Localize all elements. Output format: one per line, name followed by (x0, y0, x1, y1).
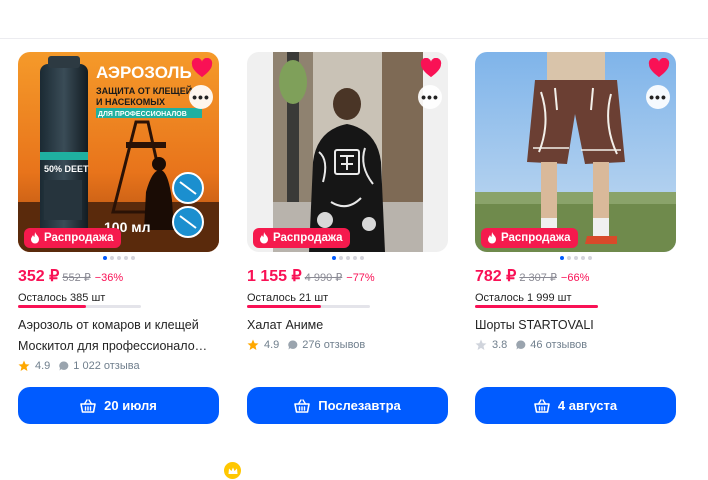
favorite-heart-icon[interactable] (420, 58, 442, 78)
stock-bar-fill (475, 305, 598, 308)
flame-icon (488, 232, 496, 244)
product-card-shorts[interactable]: ••• Распродажа 782 ₽2 307 ₽ −66% Осталось… (475, 52, 676, 437)
old-price: 4 990 ₽ (304, 272, 343, 284)
sale-badge: Распродажа (24, 228, 121, 248)
favorite-heart-icon[interactable] (648, 58, 670, 78)
rating-value: 3.8 (492, 339, 508, 351)
flame-icon (31, 232, 39, 244)
basket-icon (80, 398, 96, 413)
flame-icon (260, 232, 268, 244)
star-icon (475, 339, 487, 350)
reviews-count: 46 отзывов (530, 339, 588, 351)
sale-badge-label: Распродажа (44, 232, 114, 244)
stock-bar (18, 305, 141, 308)
stock-left: Осталось 1 999 шт (475, 292, 572, 304)
reviews-bubble-icon (516, 340, 526, 350)
delivery-date: 4 августа (557, 398, 618, 413)
discount: −36% (94, 272, 124, 284)
sale-badge-label: Распродажа (501, 232, 571, 244)
aerosol-photo: 50% DEET АЭРОЗОЛЬ ЗАЩИТА ОТ КЛЕЩЕЙ И НАС… (18, 52, 219, 252)
reviews-count: 1 022 отзыва (73, 360, 140, 372)
photo-pager[interactable] (475, 256, 676, 260)
photo-subtitle-3: ДЛЯ ПРОФЕССИОНАЛОВ (98, 111, 187, 118)
sale-badge: Распродажа (481, 228, 578, 248)
reviews-bubble-icon (59, 361, 69, 371)
product-title[interactable]: Шорты STARTOVALI (475, 315, 676, 336)
favorite-heart-icon[interactable] (191, 58, 213, 78)
product-title[interactable]: Халат Аниме (247, 315, 448, 336)
discount: −77% (346, 272, 375, 284)
robe-photo (247, 52, 448, 252)
delivery-button[interactable]: 20 июля (18, 387, 219, 424)
rating-row[interactable]: 4.9 1 022 отзыва (18, 360, 140, 372)
stock-bar-fill (247, 305, 321, 308)
old-price: 552 ₽ (62, 272, 91, 284)
product-title-line[interactable]: Аэрозоль от комаров и клещей (18, 315, 219, 336)
stock-bar (247, 305, 370, 308)
basket-icon (294, 398, 311, 413)
more-options-icon[interactable]: ••• (189, 85, 213, 109)
delivery-button[interactable]: Послезавтра (247, 387, 448, 424)
rating-row[interactable]: 4.9 276 отзывов (247, 339, 365, 351)
product-title-line[interactable]: Шорты STARTOVALI (475, 315, 676, 336)
more-options-icon[interactable]: ••• (646, 85, 670, 109)
photo-heading: АЭРОЗОЛЬ (96, 63, 192, 82)
basket-icon (534, 398, 550, 413)
product-title-line[interactable]: Халат Аниме (247, 315, 448, 336)
delivery-date: 20 июля (104, 398, 157, 413)
stock-bar-fill (18, 305, 86, 308)
price-block: 782 ₽2 307 ₽ −66% (475, 266, 589, 286)
photo-pager[interactable] (18, 256, 219, 260)
can-label: 50% DEET (44, 164, 89, 174)
delivery-date: Послезавтра (318, 398, 401, 413)
star-icon (18, 360, 30, 371)
photo-subtitle-1: ЗАЩИТА ОТ КЛЕЩЕЙ (96, 85, 192, 96)
discount: −66% (560, 272, 590, 284)
section-divider (0, 38, 708, 39)
price-block: 1 155 ₽4 990 ₽ −77% (247, 266, 375, 286)
current-price: 352 ₽ (18, 268, 60, 285)
reviews-count: 276 отзывов (302, 339, 366, 351)
product-photo[interactable]: 50% DEET АЭРОЗОЛЬ ЗАЩИТА ОТ КЛЕЩЕЙ И НАС… (18, 52, 219, 252)
product-title-line[interactable]: Москитол для профессионало… (18, 336, 219, 357)
current-price: 782 ₽ (475, 268, 517, 285)
star-icon (247, 339, 259, 350)
product-photo[interactable]: ••• Распродажа (475, 52, 676, 252)
rating-value: 4.9 (264, 339, 280, 351)
product-card-aerosol[interactable]: 50% DEET АЭРОЗОЛЬ ЗАЩИТА ОТ КЛЕЩЕЙ И НАС… (18, 52, 242, 480)
stock-left: Осталось 21 шт (247, 292, 329, 304)
rating-row[interactable]: 3.8 46 отзывов (475, 339, 587, 351)
stock-bar (475, 305, 598, 308)
shorts-photo (475, 52, 676, 252)
reviews-bubble-icon (288, 340, 298, 350)
crown-coin-icon (223, 461, 242, 480)
more-options-icon[interactable]: ••• (418, 85, 442, 109)
product-title[interactable]: Аэрозоль от комаров и клещей Москитол дл… (18, 315, 219, 357)
rating-value: 4.9 (35, 360, 51, 372)
photo-pager[interactable] (247, 256, 448, 260)
delivery-button[interactable]: 4 августа (475, 387, 676, 424)
stock-left: Осталось 385 шт (18, 292, 106, 304)
product-photo[interactable]: ••• Распродажа (247, 52, 448, 252)
price-block: 352 ₽552 ₽ −36% (18, 266, 123, 286)
sale-badge-label: Распродажа (273, 232, 343, 244)
old-price: 2 307 ₽ (519, 272, 557, 284)
sale-badge: Распродажа (253, 228, 350, 248)
product-card-robe[interactable]: ••• Распродажа 1 155 ₽4 990 ₽ −77% Остало… (247, 52, 448, 437)
current-price: 1 155 ₽ (247, 268, 302, 285)
photo-subtitle-2: И НАСЕКОМЫХ (96, 97, 165, 107)
